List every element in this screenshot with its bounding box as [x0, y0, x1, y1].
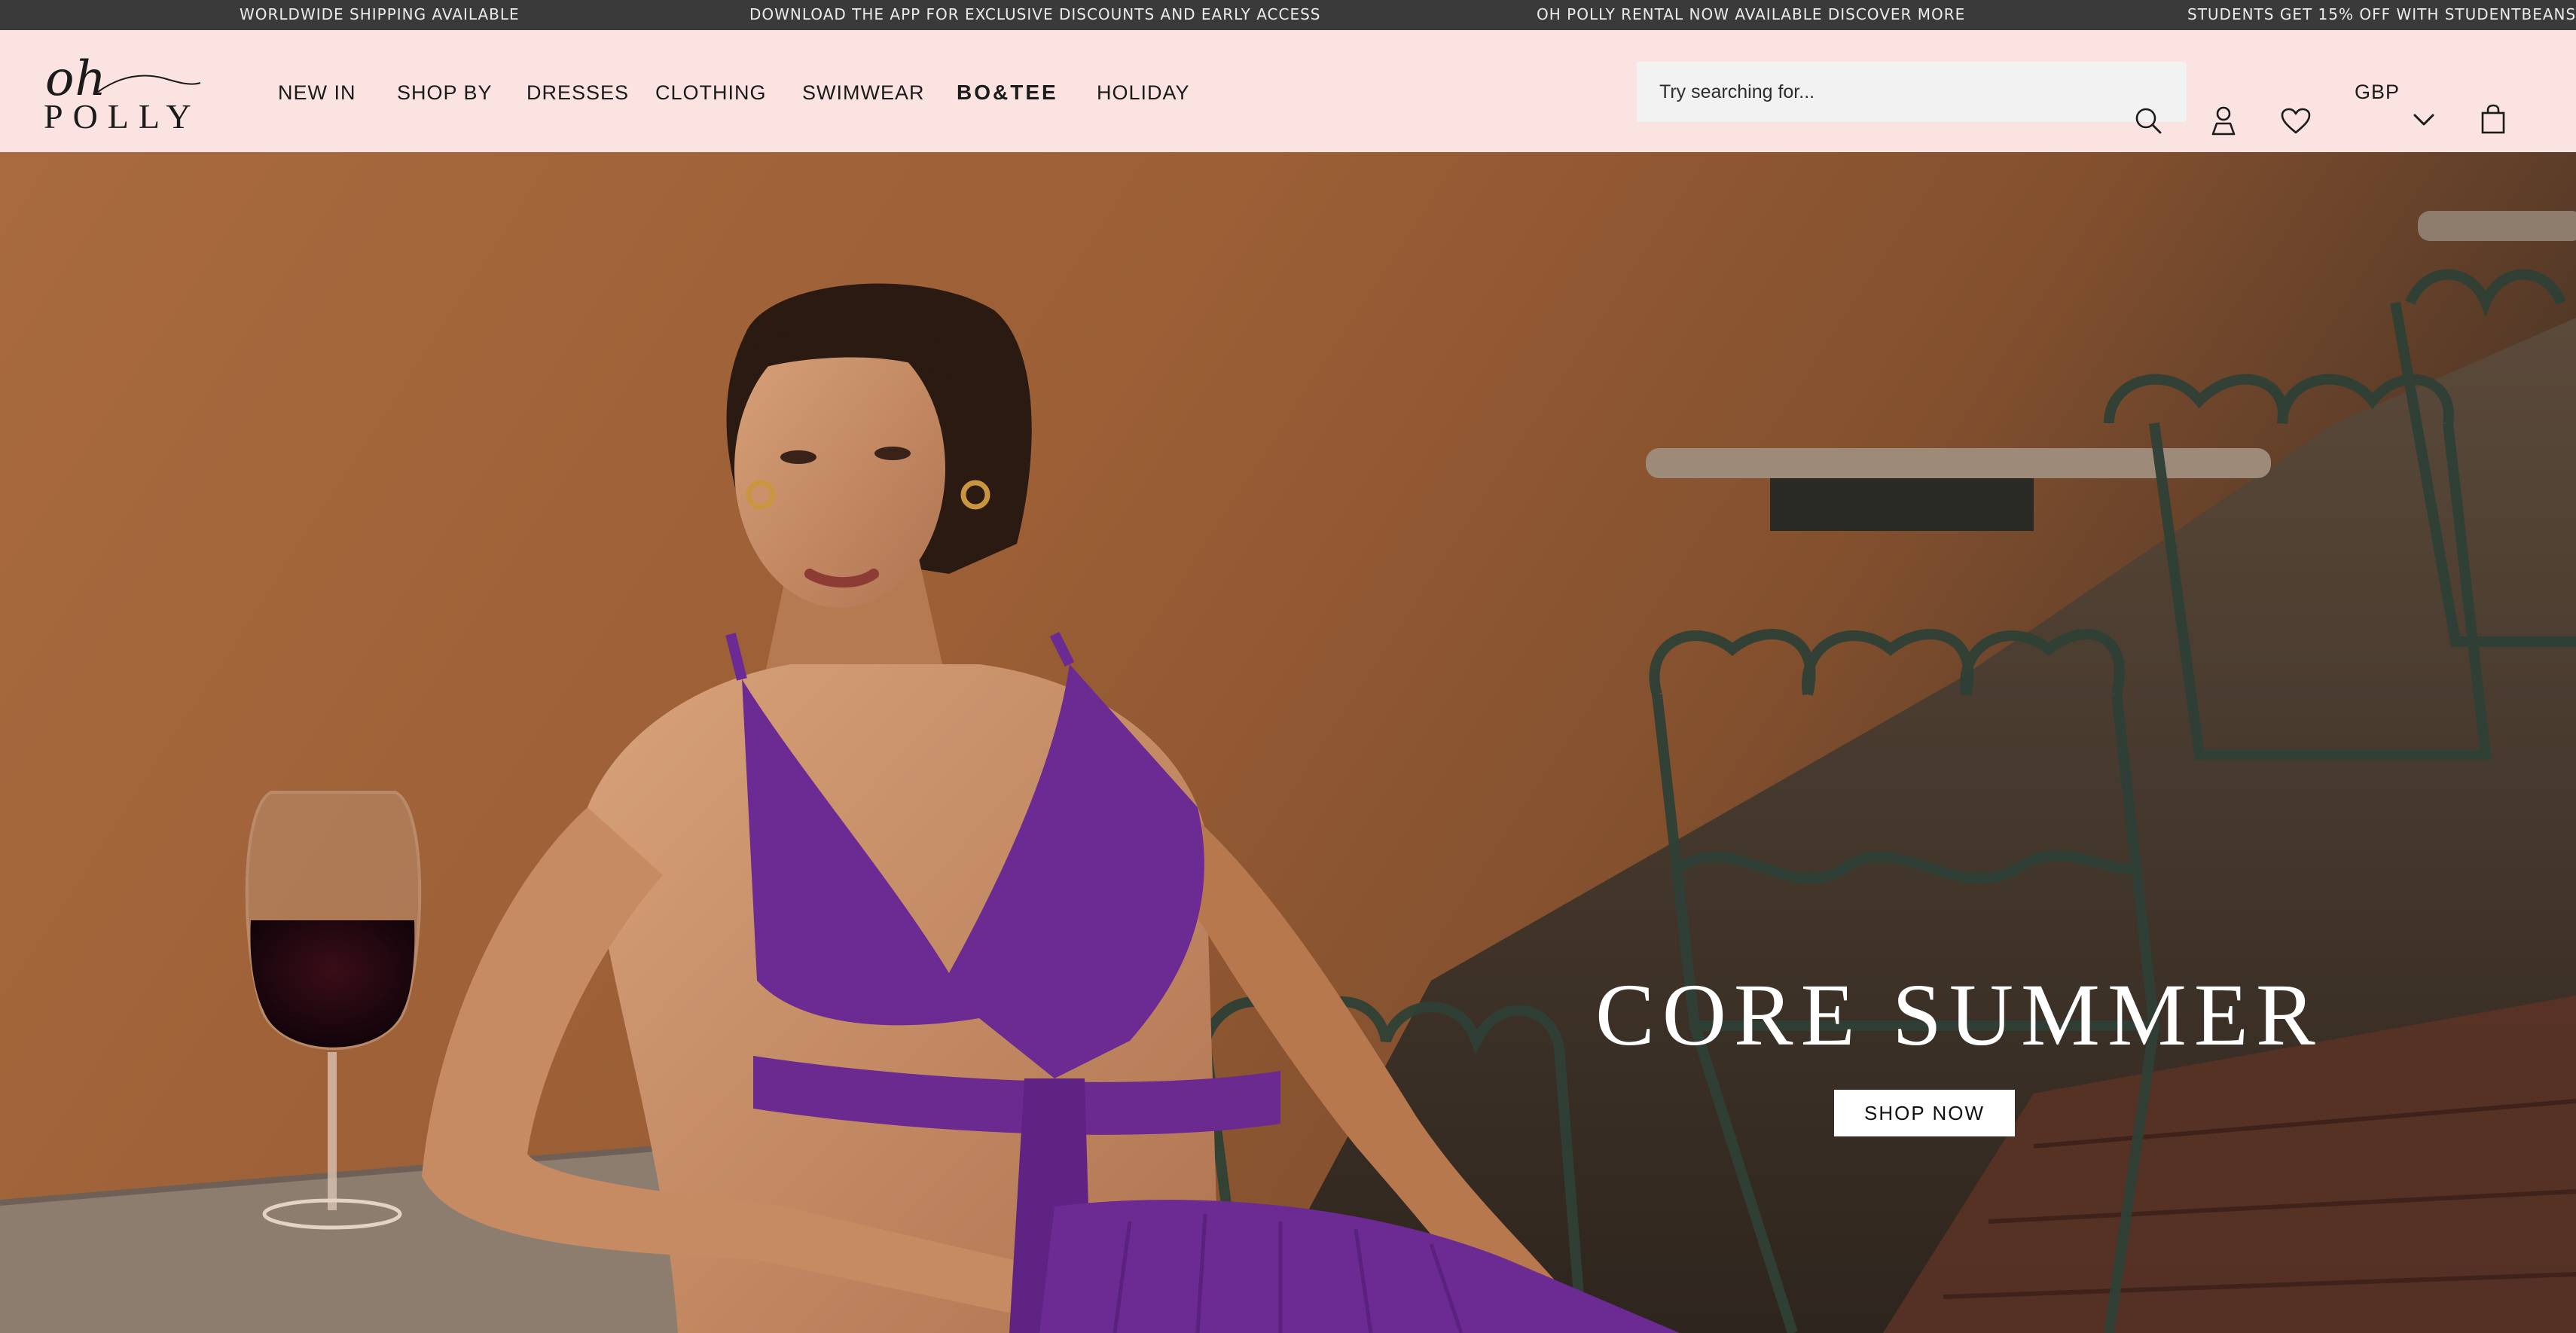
- announcement-app[interactable]: DOWNLOAD THE APP FOR EXCLUSIVE DISCOUNTS…: [749, 0, 1320, 30]
- logo-swash: [97, 75, 201, 93]
- search-bar: [1637, 62, 2187, 122]
- wishlist-heart-icon[interactable]: [2281, 108, 2311, 135]
- announcement-students[interactable]: STUDENTS GET 15% OFF WITH STUDENTBEANS A…: [2187, 0, 2576, 30]
- hero-banner: CORE SUMMER SHOP NOW: [0, 152, 2576, 1333]
- announcement-rental[interactable]: OH POLLY RENTAL NOW AVAILABLE DISCOVER M…: [1537, 0, 1965, 30]
- oh-polly-logo[interactable]: oh POLLY: [44, 51, 202, 136]
- hero-image: [0, 152, 2576, 1333]
- nav-dresses[interactable]: DRESSES: [526, 80, 629, 105]
- search-input[interactable]: [1637, 62, 2119, 122]
- nav-swimwear[interactable]: SWIMWEAR: [802, 80, 925, 105]
- shop-now-button[interactable]: SHOP NOW: [1834, 1090, 2015, 1136]
- nav-shop-by[interactable]: SHOP BY: [397, 80, 493, 105]
- hero-title: CORE SUMMER: [1595, 965, 2323, 1064]
- nav-holiday[interactable]: HOLIDAY: [1097, 80, 1190, 105]
- chevron-down-icon[interactable]: [2413, 112, 2435, 127]
- site-header: oh POLLY NEW IN SHOP BY DRESSES CLOTHING…: [0, 30, 2576, 152]
- shopping-bag-icon[interactable]: [2480, 104, 2506, 134]
- announcement-bar: WORLDWIDE SHIPPING AVAILABLE DOWNLOAD TH…: [0, 0, 2576, 30]
- nav-clothing[interactable]: CLOTHING: [655, 80, 767, 105]
- logo-polly: POLLY: [44, 97, 201, 136]
- nav-new-in[interactable]: NEW IN: [278, 80, 356, 105]
- nav-bo-and-tee[interactable]: BO&TEE: [957, 80, 1058, 105]
- currency-selector[interactable]: GBP: [2355, 75, 2400, 108]
- announcement-shipping[interactable]: WORLDWIDE SHIPPING AVAILABLE: [240, 0, 520, 30]
- search-icon[interactable]: [2133, 105, 2163, 136]
- account-icon[interactable]: [2211, 105, 2236, 136]
